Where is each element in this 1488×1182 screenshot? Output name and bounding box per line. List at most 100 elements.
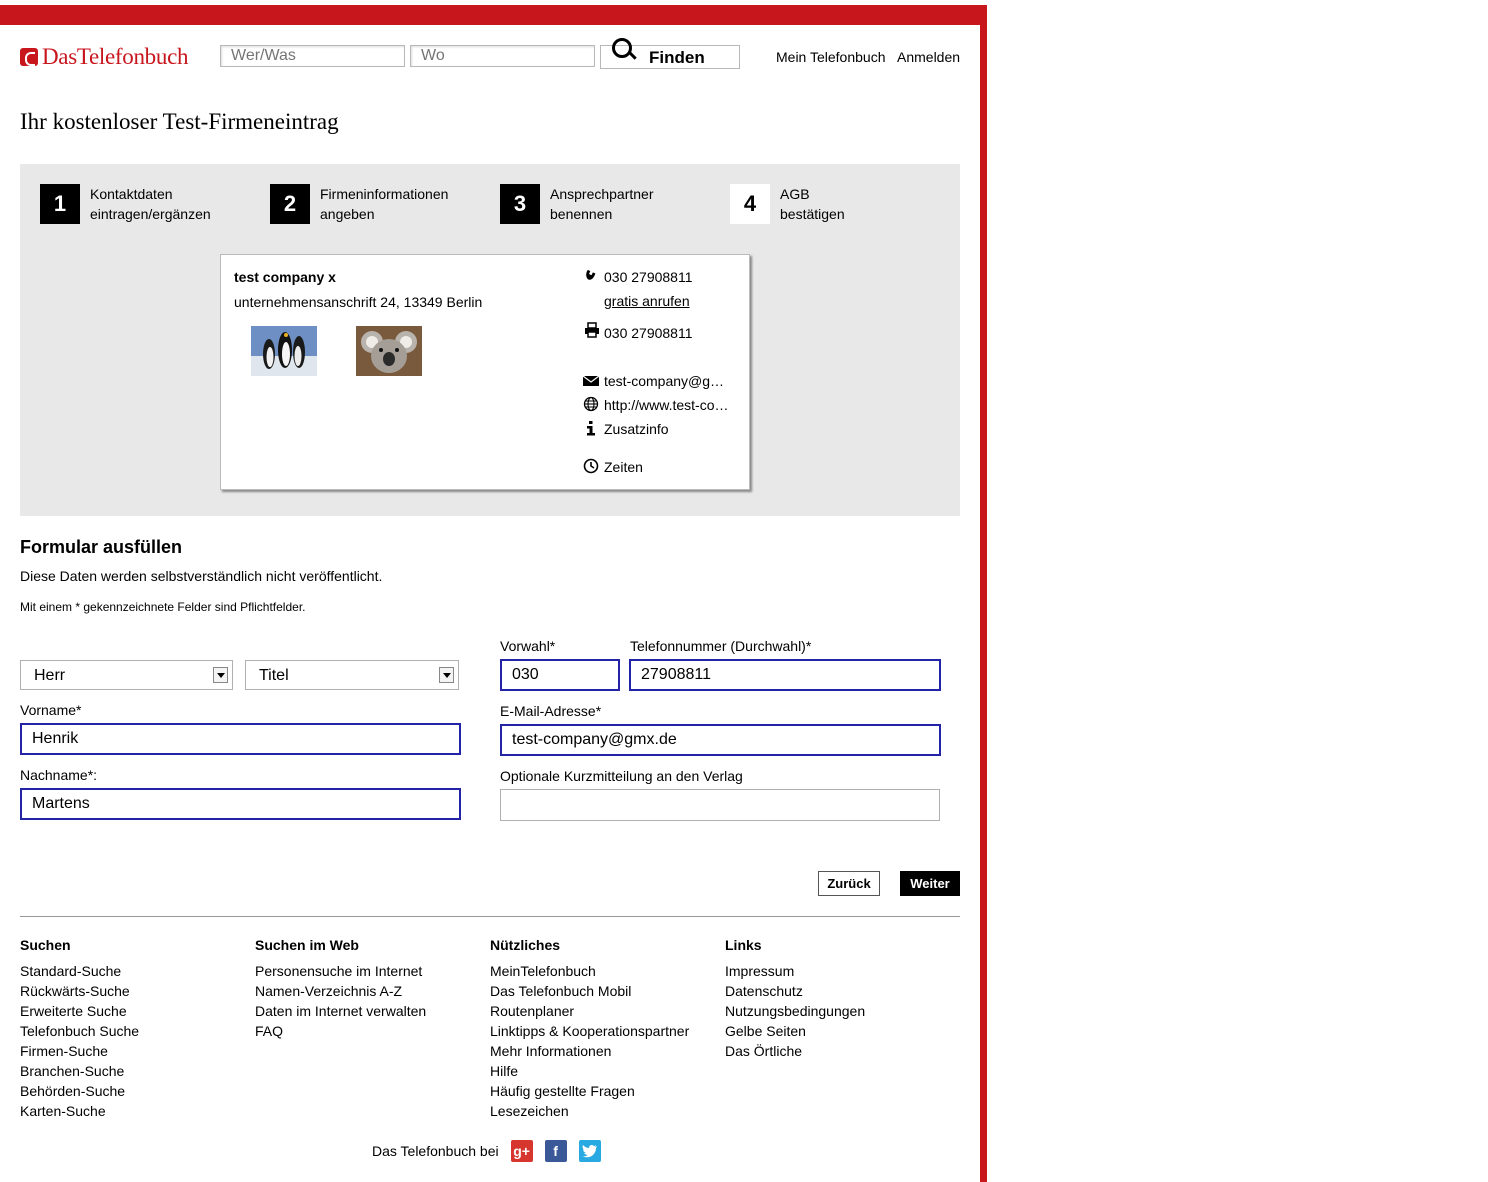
footer-link[interactable]: Daten im Internet verwalten (255, 1001, 426, 1021)
footer-link[interactable]: Rückwärts-Suche (20, 981, 139, 1001)
next-button[interactable]: Weiter (900, 871, 960, 896)
footer-link[interactable]: Das Örtliche (725, 1041, 865, 1061)
footer-link[interactable]: Standard-Suche (20, 961, 139, 981)
twitter-icon[interactable] (578, 1140, 601, 1162)
lastname-input[interactable]: Martens (20, 788, 461, 820)
phone-input[interactable]: 27908811 (629, 659, 941, 691)
email-icon (582, 375, 600, 386)
message-input[interactable] (500, 789, 940, 821)
hours-link[interactable]: Zeiten (604, 459, 643, 475)
footer-link[interactable]: FAQ (255, 1021, 426, 1041)
salutation-value: Herr (34, 667, 66, 684)
right-brand-bar (980, 5, 987, 1182)
footer-link[interactable]: Branchen-Suche (20, 1061, 139, 1081)
back-button[interactable]: Zurück (818, 871, 880, 896)
footer-column-links: Links Impressum Datenschutz Nutzungsbedi… (725, 937, 865, 1061)
phone-number: 030 27908811 (604, 269, 693, 285)
title-value: Titel (259, 667, 289, 684)
footer-link[interactable]: Personensuche im Internet (255, 961, 426, 981)
footer-column-useful: Nützliches MeinTelefonbuch Das Telefonbu… (490, 937, 689, 1121)
footer-heading: Nützliches (490, 937, 561, 953)
footer-column-web: Suchen im Web Personensuche im Internet … (255, 937, 426, 1041)
step-2-label: Firmeninformationen angeben (320, 186, 449, 222)
email-input[interactable]: test-company@gmx.de (500, 724, 941, 756)
footer-link[interactable]: Behörden-Suche (20, 1081, 139, 1101)
footer-link[interactable]: MeinTelefonbuch (490, 961, 689, 981)
call-free-link[interactable]: gratis anrufen (604, 293, 690, 309)
footer-link[interactable]: Lesezeichen (490, 1101, 689, 1121)
search-icon (612, 38, 632, 58)
step-1-number: 1 (40, 184, 80, 224)
company-name: test company x (234, 269, 336, 285)
phone-icon (586, 269, 596, 280)
firstname-input[interactable]: Henrik (20, 723, 461, 755)
footer-heading: Suchen (20, 937, 71, 953)
chevron-down-icon (439, 667, 454, 683)
step-3-label: Ansprechpartner benennen (550, 186, 654, 222)
step-4-number: 4 (730, 184, 770, 224)
firstname-label: Vorname* (20, 702, 82, 718)
footer-column-search: Suchen Standard-Suche Rückwärts-Suche Er… (20, 937, 139, 1121)
koala-photo[interactable] (356, 326, 422, 376)
title-select[interactable]: Titel (245, 660, 459, 690)
search-what-input[interactable] (220, 45, 405, 67)
footer-link[interactable]: Datenschutz (725, 981, 865, 1001)
google-plus-icon[interactable]: g+ (510, 1140, 533, 1162)
top-brand-bar (0, 5, 986, 25)
footer-heading: Suchen im Web (255, 937, 359, 953)
salutation-select[interactable]: Herr (20, 660, 233, 690)
find-button[interactable]: Finden (600, 38, 740, 69)
footer-link[interactable]: Hilfe (490, 1061, 689, 1081)
footer-link[interactable]: Firmen-Suche (20, 1041, 139, 1061)
form-note: Diese Daten werden selbstverständlich ni… (20, 568, 383, 584)
area-code-label: Vorwahl* (500, 638, 556, 654)
listing-preview-card: test company x unternehmensanschrift 24,… (220, 254, 750, 490)
lastname-label: Nachname*: (20, 767, 98, 783)
step-4-label: AGB bestätigen (780, 186, 845, 222)
my-phonebook-link[interactable]: Mein Telefonbuch (776, 49, 885, 65)
social-text: Das Telefonbuch bei (372, 1143, 499, 1159)
email-label: E-Mail-Adresse* (500, 703, 602, 719)
fax-icon (585, 322, 599, 338)
step-2-number: 2 (270, 184, 310, 224)
form-title: Formular ausfüllen (20, 537, 183, 557)
clock-icon (583, 458, 599, 474)
extra-info-link[interactable]: Zusatzinfo (604, 421, 669, 437)
email-link[interactable]: test-company@g… (604, 373, 724, 389)
step-3-number: 3 (500, 184, 540, 224)
footer-divider (20, 916, 960, 917)
phone-label: Telefonnummer (Durchwahl)* (630, 638, 812, 654)
logo-text: DasTelefonbuch (42, 44, 189, 69)
search-where-input[interactable] (410, 45, 595, 67)
fax-number: 030 27908811 (604, 325, 693, 341)
footer-link[interactable]: Namen-Verzeichnis A-Z (255, 981, 426, 1001)
website-link[interactable]: http://www.test-co… (604, 397, 728, 413)
company-address: unternehmensanschrift 24, 13349 Berlin (234, 294, 483, 310)
footer-link[interactable]: Routenplaner (490, 1001, 689, 1021)
footer-link[interactable]: Nutzungsbedingungen (725, 1001, 865, 1021)
login-link[interactable]: Anmelden (897, 49, 960, 65)
logo[interactable]: DasTelefonbuch (20, 44, 188, 70)
footer-link[interactable]: Karten-Suche (20, 1101, 139, 1121)
penguins-photo[interactable] (251, 326, 317, 376)
footer-link[interactable]: Gelbe Seiten (725, 1021, 865, 1041)
info-icon (587, 421, 595, 436)
footer-heading: Links (725, 937, 762, 953)
footer-link[interactable]: Erweiterte Suche (20, 1001, 139, 1021)
footer-link[interactable]: Telefonbuch Suche (20, 1021, 139, 1041)
step-1-label: Kontaktdaten eintragen/ergänzen (90, 186, 211, 222)
footer-link[interactable]: Linktipps & Kooperationspartner (490, 1021, 689, 1041)
find-button-label: Finden (649, 48, 705, 67)
facebook-icon[interactable]: f (544, 1140, 567, 1162)
social-links: Das Telefonbuch bei g+ f (372, 1140, 601, 1162)
footer-link[interactable]: Häufig gestellte Fragen (490, 1081, 689, 1101)
message-label: Optionale Kurzmitteilung an den Verlag (500, 768, 743, 784)
globe-icon (583, 396, 599, 412)
footer-link[interactable]: Impressum (725, 961, 865, 981)
logo-icon (20, 48, 38, 66)
footer-link[interactable]: Das Telefonbuch Mobil (490, 981, 689, 1001)
required-fields-note: Mit einem * gekennzeichnete Felder sind … (20, 600, 306, 614)
footer-link[interactable]: Mehr Informationen (490, 1041, 689, 1061)
page-title: Ihr kostenloser Test-Firmeneintrag (20, 109, 339, 134)
area-code-input[interactable]: 030 (500, 659, 620, 691)
